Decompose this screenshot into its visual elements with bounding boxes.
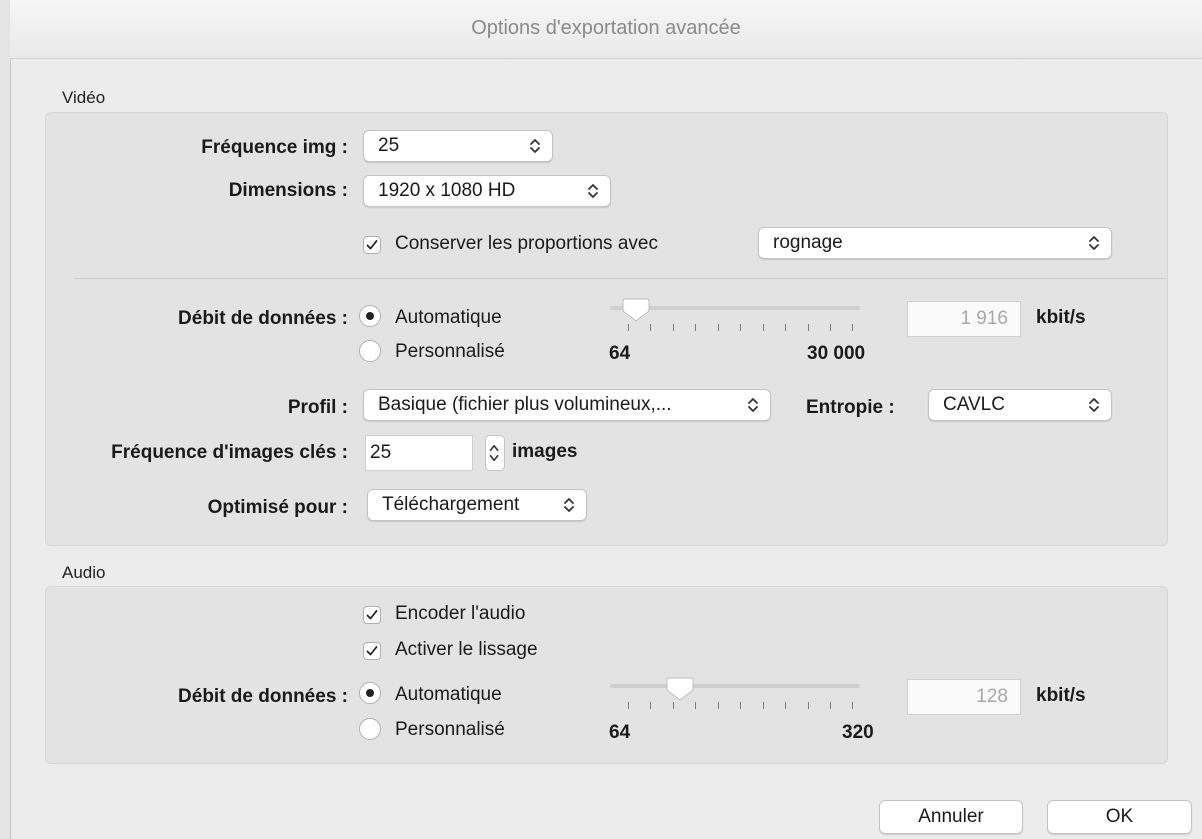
audio-bitrate-unit: kbit/s xyxy=(1036,685,1086,706)
optimized-for-popup[interactable]: Téléchargement xyxy=(367,489,587,521)
audio-bitrate-custom-radio[interactable] xyxy=(359,718,381,740)
audio-bitrate-auto-radio[interactable] xyxy=(359,682,381,704)
audio-group-box xyxy=(45,586,1168,764)
video-section-label: Vidéo xyxy=(62,88,106,107)
chevron-updown-icon xyxy=(564,498,574,512)
video-bitrate-slider-ticks xyxy=(628,324,853,332)
audio-bitrate-value-field[interactable]: 128 xyxy=(907,679,1021,715)
chevron-updown-icon xyxy=(588,184,598,198)
optimized-for-label: Optimisé pour : xyxy=(207,497,348,518)
frame-rate-popup[interactable]: 25 xyxy=(363,130,553,162)
audio-bitrate-custom-label: Personnalisé xyxy=(395,719,505,740)
dimensions-label: Dimensions : xyxy=(228,180,348,201)
video-bitrate-auto-label: Automatique xyxy=(395,307,502,328)
encode-audio-label: Encoder l'audio xyxy=(395,603,526,624)
section-divider xyxy=(75,278,1166,279)
cancel-button[interactable]: Annuler xyxy=(879,800,1023,834)
dimensions-popup[interactable]: 1920 x 1080 HD xyxy=(363,175,611,207)
profile-value: Basique (fichier plus volumineux,... xyxy=(378,394,672,415)
checkmark-icon xyxy=(366,646,378,656)
entropy-value: CAVLC xyxy=(943,394,1005,415)
video-bitrate-min-label: 64 xyxy=(609,343,631,364)
audio-section-label: Audio xyxy=(62,563,106,582)
audio-bitrate-auto-label: Automatique xyxy=(395,684,502,705)
video-bitrate-custom-radio[interactable] xyxy=(359,340,381,362)
audio-bitrate-max-label: 320 xyxy=(842,722,874,743)
keyframe-rate-unit: images xyxy=(512,441,578,462)
entropy-popup[interactable]: CAVLC xyxy=(928,389,1112,421)
audio-bitrate-label: Débit de données : xyxy=(178,686,348,707)
stepper-arrows-icon xyxy=(489,444,499,462)
audio-bitrate-slider-thumb[interactable] xyxy=(666,676,694,702)
frame-rate-label: Fréquence img : xyxy=(201,137,348,158)
chevron-updown-icon xyxy=(1089,236,1099,250)
encode-audio-checkbox[interactable] xyxy=(363,606,381,624)
ok-button[interactable]: OK xyxy=(1047,800,1192,834)
audio-bitrate-min-label: 64 xyxy=(609,722,631,743)
keyframe-rate-label: Fréquence d'images clés : xyxy=(111,442,348,463)
audio-bitrate-slider-ticks xyxy=(628,702,853,710)
keyframe-rate-field[interactable]: 25 xyxy=(365,435,473,471)
chevron-updown-icon xyxy=(530,139,540,153)
background-window-edge xyxy=(0,0,11,839)
profile-popup[interactable]: Basique (fichier plus volumineux,... xyxy=(363,389,771,421)
entropy-label: Entropie : xyxy=(806,397,895,418)
video-bitrate-custom-label: Personnalisé xyxy=(395,341,505,362)
smoothing-label: Activer le lissage xyxy=(395,639,538,660)
profile-label: Profil : xyxy=(287,397,348,418)
video-bitrate-auto-radio[interactable] xyxy=(359,305,381,327)
smoothing-checkbox[interactable] xyxy=(363,642,381,660)
proportions-mode-popup[interactable]: rognage xyxy=(758,227,1112,259)
video-bitrate-unit: kbit/s xyxy=(1036,307,1086,328)
frame-rate-value: 25 xyxy=(378,135,400,156)
keep-proportions-checkbox[interactable] xyxy=(363,236,381,254)
chevron-updown-icon xyxy=(1089,398,1099,412)
checkmark-icon xyxy=(366,610,378,620)
video-bitrate-value-field[interactable]: 1 916 xyxy=(907,301,1021,337)
dimensions-value: 1920 x 1080 HD xyxy=(378,180,516,201)
window-title: Options d'exportation avancée xyxy=(471,17,741,39)
chevron-updown-icon xyxy=(748,398,758,412)
optimized-for-value: Téléchargement xyxy=(382,494,520,515)
video-bitrate-slider-thumb[interactable] xyxy=(622,297,650,323)
audio-bitrate-slider-track[interactable] xyxy=(610,684,860,688)
keep-proportions-label: Conserver les proportions avec xyxy=(395,233,658,254)
proportions-mode-value: rognage xyxy=(773,232,843,253)
keyframe-rate-stepper[interactable] xyxy=(485,435,505,471)
title-bar: Options d'exportation avancée xyxy=(10,0,1202,59)
video-bitrate-label: Débit de données : xyxy=(178,308,348,329)
checkmark-icon xyxy=(366,240,378,250)
video-bitrate-max-label: 30 000 xyxy=(807,343,866,364)
